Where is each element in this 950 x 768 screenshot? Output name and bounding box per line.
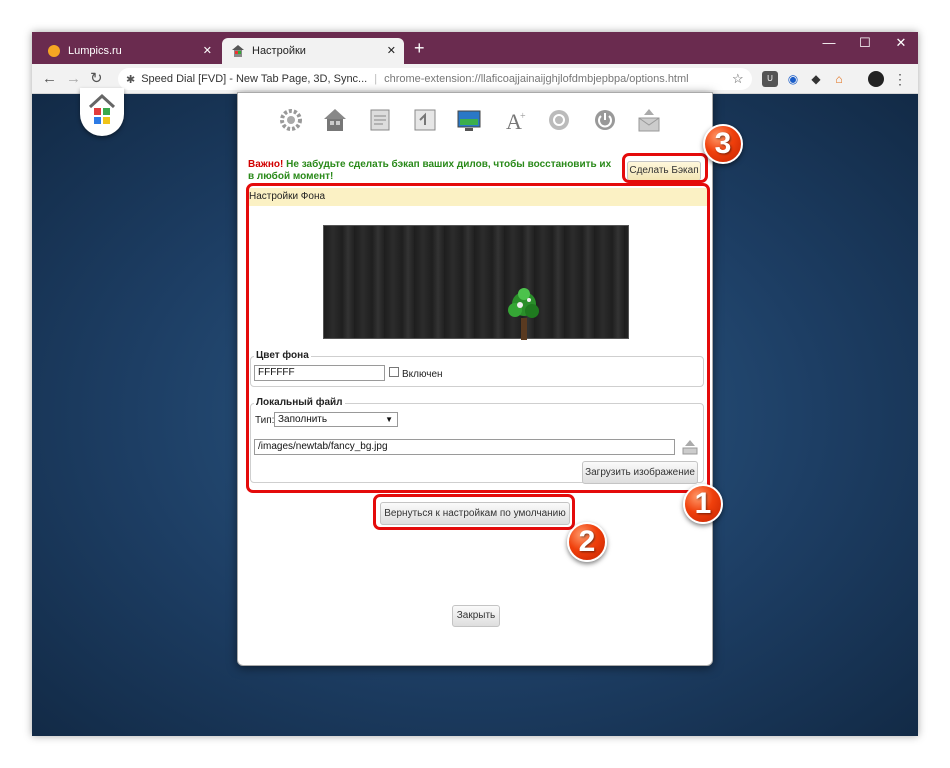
browser-window: Lumpics.ru ✕ Настройки ✕ + — ☐ ✕ ← → ↻ ✱… <box>32 32 918 736</box>
svg-text:+: + <box>520 111 526 122</box>
highlight-background-settings <box>246 183 710 493</box>
house-logo-icon <box>88 93 116 124</box>
extension-puzzle-icon: ✱ <box>126 73 136 86</box>
forward-icon[interactable]: → <box>66 70 81 88</box>
home-icon[interactable] <box>322 107 348 133</box>
highlight-backup <box>622 153 708 183</box>
window-close-icon[interactable]: ✕ <box>884 35 918 51</box>
background-icon[interactable] <box>456 107 482 133</box>
tab-settings[interactable]: Настройки ✕ <box>222 38 404 64</box>
power-icon[interactable] <box>592 107 618 133</box>
separator: | <box>374 73 378 85</box>
tab-close-icon[interactable]: ✕ <box>387 44 396 58</box>
minimize-icon[interactable]: — <box>812 35 846 50</box>
notes-icon[interactable] <box>368 107 394 133</box>
mail-upload-icon[interactable] <box>636 107 662 133</box>
new-tab-icon[interactable]: + <box>414 39 425 57</box>
font-icon[interactable]: A+ <box>502 107 528 133</box>
annotation-badge-3: 3 <box>703 124 743 164</box>
import-export-icon[interactable] <box>412 107 438 133</box>
settings-icon-bar: A + <box>238 107 714 133</box>
menu-dots-icon[interactable]: ⋮ <box>892 71 908 87</box>
backup-warning: Важно! Не забудьте сделать бэкап ваших д… <box>248 159 618 183</box>
warning-important: Важно! <box>248 159 284 170</box>
bookmark-star-icon[interactable]: ☆ <box>732 70 744 88</box>
url-text: chrome-extension://llaficoajjainaijghjlo… <box>384 73 689 85</box>
highlight-reset <box>373 494 575 530</box>
tab-label: Lumpics.ru <box>68 45 122 57</box>
ublock-icon[interactable]: U <box>762 71 778 87</box>
speed-dial-favicon-icon <box>232 45 244 57</box>
gear-icon[interactable] <box>278 107 304 133</box>
maximize-icon[interactable]: ☐ <box>848 35 882 51</box>
address-bar[interactable]: ✱ Speed Dial [FVD] - New Tab Page, 3D, S… <box>118 68 752 90</box>
tab-close-icon[interactable]: ✕ <box>203 44 212 58</box>
back-icon[interactable]: ← <box>42 70 57 88</box>
tab-label: Настройки <box>252 45 306 57</box>
reload-icon[interactable]: ↻ <box>90 70 103 88</box>
cube-icon[interactable]: ◆ <box>808 71 824 87</box>
tab-lumpics[interactable]: Lumpics.ru ✕ <box>38 38 220 64</box>
annotation-badge-2: 2 <box>567 522 607 562</box>
sync-icon[interactable] <box>546 107 572 133</box>
avatar[interactable] <box>868 71 884 87</box>
tab-strip: Lumpics.ru ✕ Настройки ✕ + — ☐ ✕ <box>32 32 918 64</box>
page-title: Speed Dial [FVD] - New Tab Page, 3D, Syn… <box>141 73 368 85</box>
speed-dial-logo[interactable] <box>80 88 124 136</box>
browser-toolbar: ← → ↻ ✱ Speed Dial [FVD] - New Tab Page,… <box>32 64 918 94</box>
lumpics-favicon-icon <box>48 45 60 57</box>
annotation-badge-1: 1 <box>683 484 723 524</box>
close-button[interactable]: Закрыть <box>452 605 500 627</box>
globe-icon[interactable]: ◉ <box>785 71 801 87</box>
warning-text: Не забудьте сделать бэкап ваших дилов, ч… <box>248 159 612 182</box>
speed-dial-icon[interactable]: ⌂ <box>831 71 847 87</box>
